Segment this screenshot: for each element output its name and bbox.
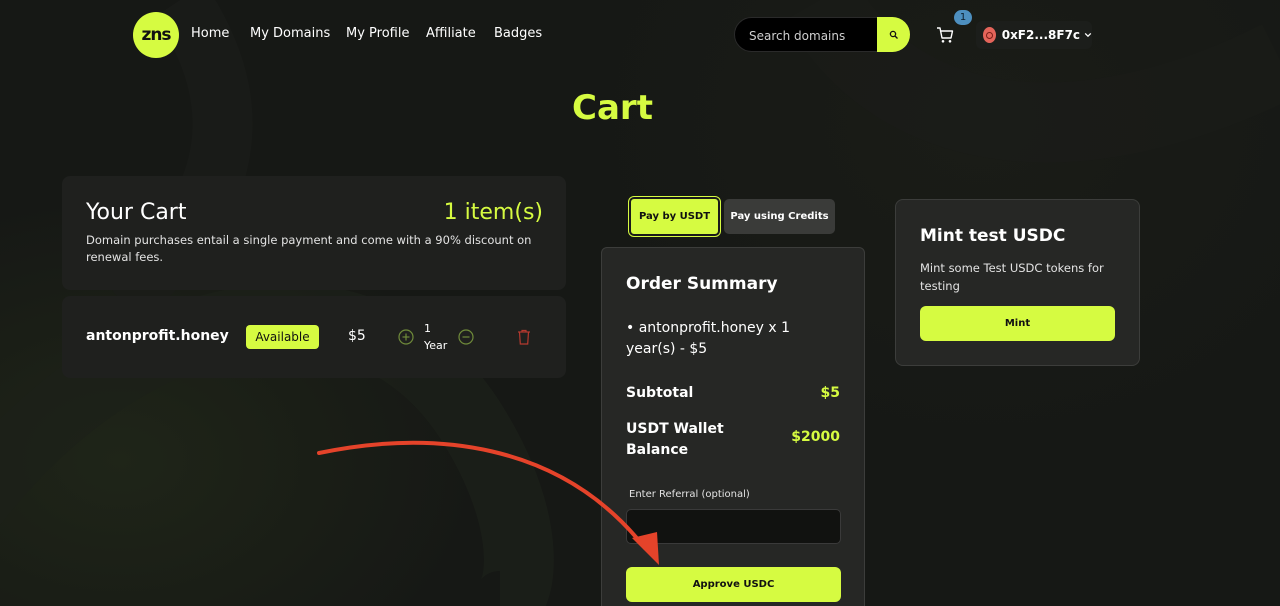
cart-count-badge: 1 [954,10,972,25]
search-bar [734,17,910,53]
item-duration: 1 Year [424,320,447,354]
order-line-item: • antonprofit.honey x 1 year(s) - $5 [626,320,791,357]
order-summary-title: Order Summary [626,274,778,294]
trash-icon[interactable] [517,329,531,345]
cart-item-row: antonprofit.honey Available $5 1 Year [62,296,566,378]
search-input[interactable] [747,18,881,53]
nav-badges[interactable]: Badges [494,26,542,41]
item-price: $5 [348,328,366,344]
approve-usdc-button[interactable]: Approve USDC [626,567,841,602]
mint-button[interactable]: Mint [920,306,1115,341]
search-button[interactable] [877,17,910,52]
wallet-avatar [983,27,996,43]
mint-description: Mint some Test USDC tokens for testing [920,261,1104,293]
pay-using-credits-button[interactable]: Pay using Credits [724,199,835,234]
page-title: Cart [572,88,653,128]
wallet-address: 0xF2...8F7c [1001,28,1081,42]
referral-input[interactable] [626,509,841,544]
nav-my-domains[interactable]: My Domains [250,26,330,41]
nav-affiliate[interactable]: Affiliate [426,26,476,41]
item-duration-unit: Year [424,339,448,352]
nav-my-profile[interactable]: My Profile [346,26,409,41]
cart-header-card: Your Cart 1 item(s) Domain purchases ent… [62,176,566,290]
cart-icon[interactable] [936,26,954,44]
mint-title: Mint test USDC [920,226,1066,246]
zns-logo[interactable]: zns [133,12,179,58]
status-badge: Available [246,325,319,349]
cart-page: zns Home My Domains My Profile Affiliate… [0,0,1280,606]
search-icon [889,30,898,39]
cart-description: Domain purchases entail a single payment… [86,233,532,264]
cart-item-count: 1 item(s) [443,200,543,225]
wallet-button[interactable]: 0xF2...8F7c [976,21,1092,49]
subtotal-value: $5 [820,385,840,401]
wallet-balance-label: USDT Wallet Balance [626,421,724,458]
nav-home[interactable]: Home [191,26,229,41]
plus-circle-icon[interactable] [398,329,414,345]
item-domain-name: antonprofit.honey [86,328,229,344]
wallet-balance-value: $2000 [791,429,840,445]
mint-test-usdc-card: Mint test USDC Mint some Test USDC token… [895,199,1140,366]
cart-heading: Your Cart [86,200,187,225]
pay-by-usdt-button[interactable]: Pay by USDT [628,196,721,237]
order-summary-card: Order Summary • antonprofit.honey x 1 ye… [601,247,865,606]
referral-label: Enter Referral (optional) [629,489,750,500]
chevron-down-icon [1084,32,1092,38]
item-duration-number: 1 [424,322,431,335]
minus-circle-icon[interactable] [458,329,474,345]
subtotal-label: Subtotal [626,385,694,401]
